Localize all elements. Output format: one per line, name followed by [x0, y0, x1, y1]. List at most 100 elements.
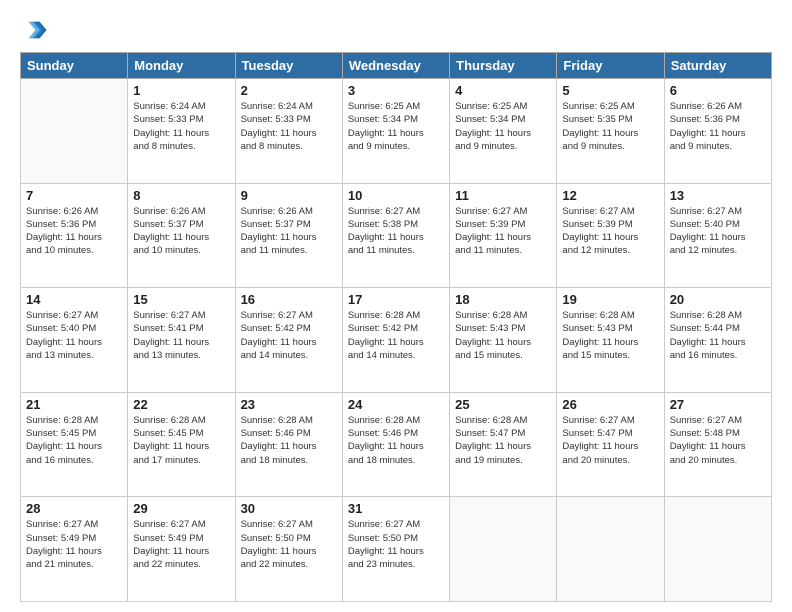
header-saturday: Saturday: [664, 53, 771, 79]
calendar-cell: 25 Sunrise: 6:28 AMSunset: 5:47 PMDayligh…: [450, 392, 557, 497]
day-info: Sunrise: 6:27 AMSunset: 5:47 PMDaylight:…: [562, 414, 658, 467]
day-info: Sunrise: 6:27 AMSunset: 5:42 PMDaylight:…: [241, 309, 337, 362]
day-info: Sunrise: 6:28 AMSunset: 5:43 PMDaylight:…: [455, 309, 551, 362]
page-header: [20, 16, 772, 44]
day-info: Sunrise: 6:25 AMSunset: 5:34 PMDaylight:…: [455, 100, 551, 153]
calendar-cell: 27 Sunrise: 6:27 AMSunset: 5:48 PMDayligh…: [664, 392, 771, 497]
calendar-cell: 6 Sunrise: 6:26 AMSunset: 5:36 PMDaylight…: [664, 79, 771, 184]
day-info: Sunrise: 6:26 AMSunset: 5:37 PMDaylight:…: [133, 205, 229, 258]
day-info: Sunrise: 6:27 AMSunset: 5:49 PMDaylight:…: [133, 518, 229, 571]
day-info: Sunrise: 6:28 AMSunset: 5:45 PMDaylight:…: [26, 414, 122, 467]
calendar-cell: 22 Sunrise: 6:28 AMSunset: 5:45 PMDayligh…: [128, 392, 235, 497]
day-info: Sunrise: 6:28 AMSunset: 5:47 PMDaylight:…: [455, 414, 551, 467]
calendar-cell: 12 Sunrise: 6:27 AMSunset: 5:39 PMDayligh…: [557, 183, 664, 288]
day-number: 17: [348, 292, 444, 307]
day-info: Sunrise: 6:28 AMSunset: 5:45 PMDaylight:…: [133, 414, 229, 467]
header-friday: Friday: [557, 53, 664, 79]
calendar-table: SundayMondayTuesdayWednesdayThursdayFrid…: [20, 52, 772, 602]
calendar-cell: 18 Sunrise: 6:28 AMSunset: 5:43 PMDayligh…: [450, 288, 557, 393]
calendar-cell: 10 Sunrise: 6:27 AMSunset: 5:38 PMDayligh…: [342, 183, 449, 288]
day-number: 30: [241, 501, 337, 516]
calendar-cell: 11 Sunrise: 6:27 AMSunset: 5:39 PMDayligh…: [450, 183, 557, 288]
calendar-cell: 4 Sunrise: 6:25 AMSunset: 5:34 PMDaylight…: [450, 79, 557, 184]
calendar-cell: 24 Sunrise: 6:28 AMSunset: 5:46 PMDayligh…: [342, 392, 449, 497]
day-info: Sunrise: 6:28 AMSunset: 5:43 PMDaylight:…: [562, 309, 658, 362]
day-info: Sunrise: 6:25 AMSunset: 5:34 PMDaylight:…: [348, 100, 444, 153]
header-monday: Monday: [128, 53, 235, 79]
day-number: 21: [26, 397, 122, 412]
day-number: 2: [241, 83, 337, 98]
calendar-cell: [450, 497, 557, 602]
header-wednesday: Wednesday: [342, 53, 449, 79]
day-number: 13: [670, 188, 766, 203]
day-number: 28: [26, 501, 122, 516]
header-sunday: Sunday: [21, 53, 128, 79]
calendar-cell: 14Sunrise: 6:27 AMSunset: 5:40 PMDayligh…: [21, 288, 128, 393]
calendar-cell: 2Sunrise: 6:24 AMSunset: 5:33 PMDaylight…: [235, 79, 342, 184]
day-info: Sunrise: 6:26 AMSunset: 5:36 PMDaylight:…: [670, 100, 766, 153]
day-number: 12: [562, 188, 658, 203]
day-number: 20: [670, 292, 766, 307]
calendar-cell: 15 Sunrise: 6:27 AMSunset: 5:41 PMDayligh…: [128, 288, 235, 393]
calendar-cell: 9 Sunrise: 6:26 AMSunset: 5:37 PMDaylight…: [235, 183, 342, 288]
header-tuesday: Tuesday: [235, 53, 342, 79]
week-row-0: 1Sunrise: 6:24 AMSunset: 5:33 PMDaylight…: [21, 79, 772, 184]
calendar-cell: 20 Sunrise: 6:28 AMSunset: 5:44 PMDayligh…: [664, 288, 771, 393]
calendar-cell: [664, 497, 771, 602]
logo-icon: [20, 16, 48, 44]
day-number: 26: [562, 397, 658, 412]
logo: [20, 16, 50, 44]
week-row-1: 7Sunrise: 6:26 AMSunset: 5:36 PMDaylight…: [21, 183, 772, 288]
day-number: 25: [455, 397, 551, 412]
day-number: 24: [348, 397, 444, 412]
day-number: 9: [241, 188, 337, 203]
day-number: 6: [670, 83, 766, 98]
day-info: Sunrise: 6:28 AMSunset: 5:46 PMDaylight:…: [348, 414, 444, 467]
calendar-cell: 21 Sunrise: 6:28 AMSunset: 5:45 PMDayligh…: [21, 392, 128, 497]
calendar-cell: 17 Sunrise: 6:28 AMSunset: 5:42 PMDayligh…: [342, 288, 449, 393]
day-info: Sunrise: 6:28 AMSunset: 5:42 PMDaylight:…: [348, 309, 444, 362]
calendar-cell: 28Sunrise: 6:27 AMSunset: 5:49 PMDayligh…: [21, 497, 128, 602]
calendar-cell: 7Sunrise: 6:26 AMSunset: 5:36 PMDaylight…: [21, 183, 128, 288]
day-number: 18: [455, 292, 551, 307]
calendar-cell: 31Sunrise: 6:27 AMSunset: 5:50 PMDayligh…: [342, 497, 449, 602]
day-number: 5: [562, 83, 658, 98]
calendar-cell: 26 Sunrise: 6:27 AMSunset: 5:47 PMDayligh…: [557, 392, 664, 497]
calendar-cell: 3Sunrise: 6:25 AMSunset: 5:34 PMDaylight…: [342, 79, 449, 184]
calendar-header-row: SundayMondayTuesdayWednesdayThursdayFrid…: [21, 53, 772, 79]
day-number: 22: [133, 397, 229, 412]
calendar-cell: 1Sunrise: 6:24 AMSunset: 5:33 PMDaylight…: [128, 79, 235, 184]
day-info: Sunrise: 6:27 AMSunset: 5:40 PMDaylight:…: [26, 309, 122, 362]
day-number: 16: [241, 292, 337, 307]
day-info: Sunrise: 6:26 AMSunset: 5:36 PMDaylight:…: [26, 205, 122, 258]
day-info: Sunrise: 6:26 AMSunset: 5:37 PMDaylight:…: [241, 205, 337, 258]
day-number: 8: [133, 188, 229, 203]
day-info: Sunrise: 6:27 AMSunset: 5:48 PMDaylight:…: [670, 414, 766, 467]
day-number: 11: [455, 188, 551, 203]
calendar-cell: 5 Sunrise: 6:25 AMSunset: 5:35 PMDaylight…: [557, 79, 664, 184]
calendar-cell: 8 Sunrise: 6:26 AMSunset: 5:37 PMDaylight…: [128, 183, 235, 288]
day-info: Sunrise: 6:27 AMSunset: 5:50 PMDaylight:…: [241, 518, 337, 571]
day-number: 1: [133, 83, 229, 98]
day-info: Sunrise: 6:27 AMSunset: 5:39 PMDaylight:…: [455, 205, 551, 258]
day-info: Sunrise: 6:28 AMSunset: 5:44 PMDaylight:…: [670, 309, 766, 362]
day-number: 23: [241, 397, 337, 412]
day-info: Sunrise: 6:27 AMSunset: 5:40 PMDaylight:…: [670, 205, 766, 258]
day-info: Sunrise: 6:28 AMSunset: 5:46 PMDaylight:…: [241, 414, 337, 467]
day-number: 19: [562, 292, 658, 307]
day-number: 15: [133, 292, 229, 307]
day-number: 10: [348, 188, 444, 203]
day-info: Sunrise: 6:27 AMSunset: 5:38 PMDaylight:…: [348, 205, 444, 258]
week-row-3: 21 Sunrise: 6:28 AMSunset: 5:45 PMDayligh…: [21, 392, 772, 497]
calendar-cell: [557, 497, 664, 602]
day-info: Sunrise: 6:27 AMSunset: 5:39 PMDaylight:…: [562, 205, 658, 258]
day-info: Sunrise: 6:27 AMSunset: 5:41 PMDaylight:…: [133, 309, 229, 362]
week-row-4: 28 Sunrise: 6:27 AMSunset: 5:49 PMDayligh…: [21, 497, 772, 602]
day-number: 27: [670, 397, 766, 412]
day-info: Sunrise: 6:25 AMSunset: 5:35 PMDaylight:…: [562, 100, 658, 153]
header-thursday: Thursday: [450, 53, 557, 79]
calendar-cell: 13 Sunrise: 6:27 AMSunset: 5:40 PMDayligh…: [664, 183, 771, 288]
calendar-cell: [21, 79, 128, 184]
day-number: 4: [455, 83, 551, 98]
day-number: 31: [348, 501, 444, 516]
